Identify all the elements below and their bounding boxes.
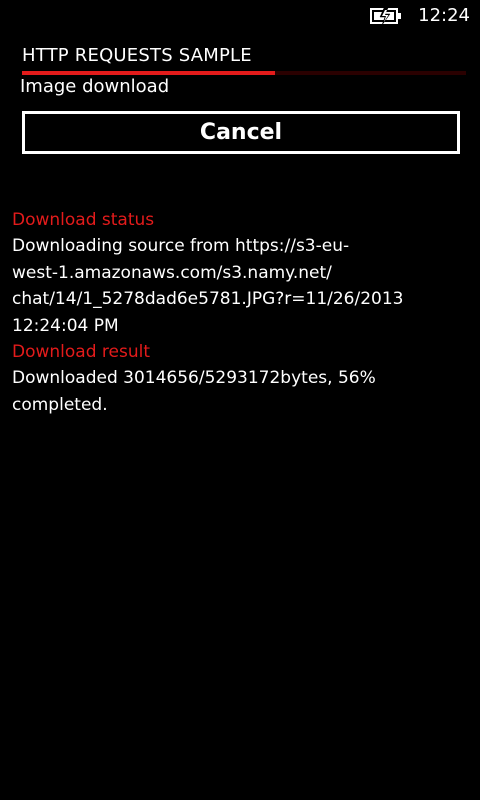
system-status-bar: 12:24 <box>370 0 480 32</box>
battery-charging-icon <box>370 6 404 26</box>
download-status-label: Download status <box>12 210 155 230</box>
app-title: HTTP REQUESTS SAMPLE <box>22 45 252 66</box>
page-subtitle: Image download <box>20 76 170 97</box>
download-result-text: Downloaded 3014656/5293172bytes, 56% com… <box>12 365 432 418</box>
download-result-label: Download result <box>12 342 151 362</box>
download-status-text: Downloading source from https://s3-eu- w… <box>12 233 432 339</box>
clock: 12:24 <box>418 5 470 26</box>
status-line: Downloading source from https://s3-eu- <box>12 236 350 256</box>
status-line: chat/14/1_5278dad6e5781.JPG?r=11/26/2013 <box>12 289 404 309</box>
download-info: Download status Downloading source from … <box>12 207 432 418</box>
download-progress-fill <box>22 71 276 75</box>
download-progress-bar <box>22 71 466 75</box>
status-line: west-1.amazonaws.com/s3.namy.net/ <box>12 262 332 283</box>
result-line: completed. <box>12 394 108 415</box>
result-line: Downloaded 3014656/5293172bytes, 56% <box>12 368 376 388</box>
app-screen: 12:24 HTTP REQUESTS SAMPLE Image downloa… <box>0 0 480 800</box>
cancel-button[interactable]: Cancel <box>22 111 460 154</box>
status-line: 12:24:04 PM <box>12 315 119 336</box>
